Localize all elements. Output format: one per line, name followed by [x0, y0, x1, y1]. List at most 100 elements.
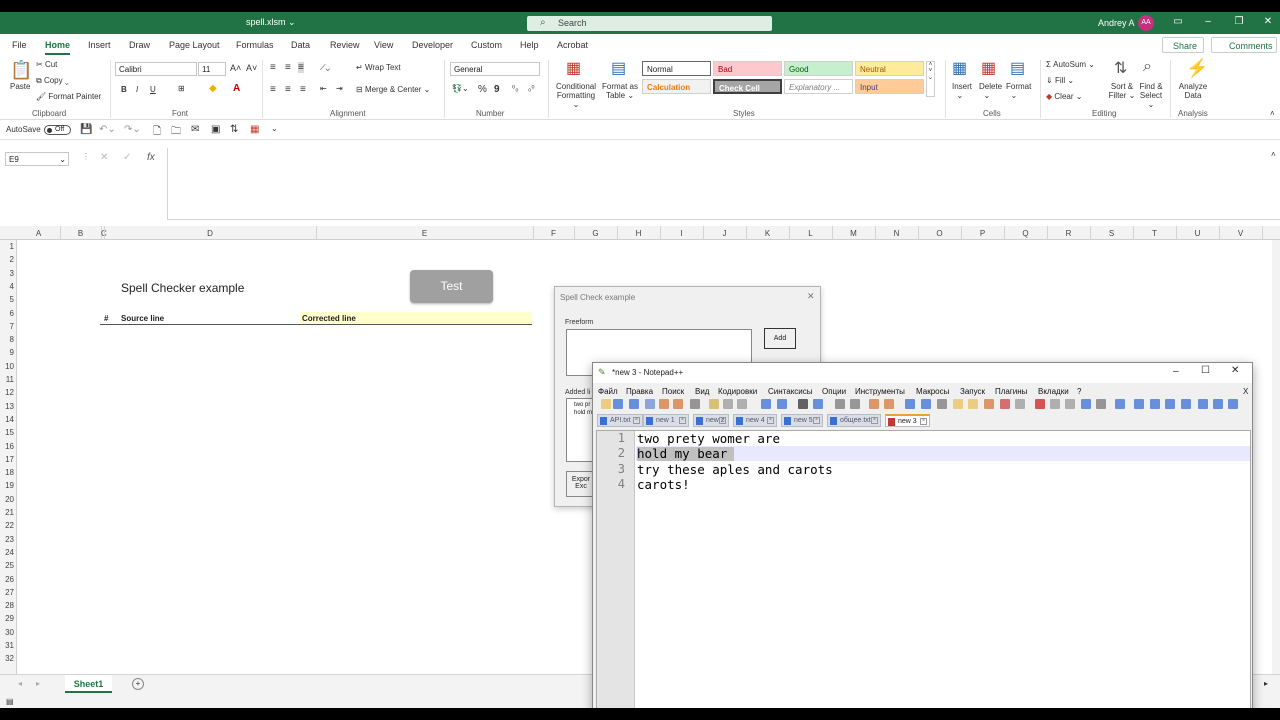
style-bad[interactable]: Bad	[713, 61, 782, 76]
email-icon[interactable]: ✉	[191, 124, 199, 135]
format-as-table-icon[interactable]: ▤	[611, 58, 626, 78]
percent-button[interactable]: %	[478, 84, 487, 95]
delete-cells-icon[interactable]: ▦	[981, 58, 996, 78]
increase-decimal-icon[interactable]: ⁰₀	[512, 84, 519, 93]
font-size-select[interactable]: 11	[198, 62, 226, 76]
align-middle-icon[interactable]: ≡	[285, 62, 291, 73]
tab-view[interactable]: View	[374, 40, 393, 50]
undo-icon[interactable]: ↶⌄	[99, 124, 116, 135]
tab-draw[interactable]: Draw	[129, 40, 150, 50]
scroll-right-icon[interactable]: ▸	[1264, 679, 1268, 688]
style-good[interactable]: Good	[784, 61, 853, 76]
npp-tab[interactable]: new 1 ×	[643, 414, 689, 427]
comma-button[interactable]: 9	[494, 84, 500, 95]
font-color-icon[interactable]: A	[233, 83, 240, 94]
print-preview-icon[interactable]: ▣	[211, 124, 220, 135]
insert-cells-icon[interactable]: ▦	[952, 58, 967, 78]
analyze-data-button[interactable]: Analyze Data	[1178, 82, 1208, 100]
tab-acrobat[interactable]: Acrobat	[557, 40, 588, 50]
list-item[interactable]: two pr	[574, 402, 590, 408]
tab-close-icon[interactable]: ×	[920, 418, 927, 425]
expand-formula-icon[interactable]: ˄	[1271, 150, 1276, 159]
format-cells-icon[interactable]: ▤	[1010, 58, 1025, 78]
italic-button[interactable]: I	[136, 85, 138, 94]
next-sheet-icon[interactable]: ▸	[36, 679, 40, 688]
npp-tab[interactable]: new 4 ×	[733, 414, 777, 427]
tab-file[interactable]: File	[12, 40, 27, 50]
collapse-ribbon-icon[interactable]: ˄	[1270, 109, 1275, 118]
tab-help[interactable]: Help	[520, 40, 539, 50]
style-normal[interactable]: Normal	[642, 61, 711, 76]
tab-formulas[interactable]: Formulas	[236, 40, 274, 50]
search-box[interactable]: ⌕ Search	[527, 16, 772, 31]
tab-review[interactable]: Review	[330, 40, 360, 50]
style-calculation[interactable]: Calculation	[642, 79, 711, 94]
list-item[interactable]: hold m	[574, 410, 592, 416]
styles-scroll-icon[interactable]: ˄ ˅ ⌄	[926, 61, 935, 97]
add-sheet-icon[interactable]: +	[132, 678, 144, 690]
analyze-data-icon[interactable]: ⚡	[1186, 58, 1208, 79]
style-input[interactable]: Input	[855, 79, 924, 94]
tab-custom[interactable]: Custom	[471, 40, 502, 50]
redo-icon[interactable]: ↷⌄	[124, 124, 141, 135]
tab-close-icon[interactable]: ×	[871, 417, 878, 424]
find-select-button[interactable]: Find & Select ⌄	[1136, 82, 1166, 109]
format-cells-button[interactable]: Format ⌄	[1006, 82, 1031, 100]
decrease-decimal-icon[interactable]: ₀⁰	[528, 84, 535, 93]
function-icon[interactable]: fx	[147, 152, 155, 163]
paste-icon[interactable]: 📋	[10, 60, 32, 81]
borders-icon[interactable]: ⊞	[178, 84, 185, 93]
sort-filter-button[interactable]: Sort & Filter ⌄	[1108, 82, 1136, 100]
vertical-scrollbar[interactable]	[1272, 240, 1280, 674]
npp-editor[interactable]: 1234 two prety womer are hold my bear try …	[596, 430, 1251, 708]
conditional-formatting-button[interactable]: Conditional Formatting ⌄	[554, 82, 598, 109]
orientation-icon[interactable]: ⟋⌄	[320, 63, 330, 73]
insert-cells-button[interactable]: Insert ⌄	[952, 82, 972, 100]
dialog-close-icon[interactable]: ✕	[807, 291, 815, 302]
merge-center-button[interactable]: ⊟ Merge & Center ⌄	[356, 85, 430, 94]
code-line[interactable]: hold my bear	[637, 446, 727, 461]
close-icon[interactable]: ✕	[1260, 16, 1276, 27]
minimize-icon[interactable]: –	[1200, 16, 1216, 27]
test-button[interactable]: Test	[410, 270, 493, 303]
code-line[interactable]: try these aples and carots	[637, 462, 833, 477]
tab-data[interactable]: Data	[291, 40, 310, 50]
tab-close-icon[interactable]: ×	[633, 417, 640, 424]
find-select-icon[interactable]: ⌕	[1143, 58, 1152, 76]
tab-close-icon[interactable]: ×	[813, 417, 820, 424]
style-explanatory[interactable]: Explanatory ...	[784, 79, 853, 94]
sort-icon[interactable]: ⇅	[230, 124, 238, 135]
align-right-icon[interactable]: ≡	[300, 84, 306, 95]
enter-icon[interactable]: ✓	[123, 152, 131, 163]
customize-qat-icon[interactable]: ⌄	[271, 124, 278, 133]
name-box[interactable]: E9 ⌄	[5, 152, 69, 166]
delete-cells-button[interactable]: Delete ⌄	[979, 82, 1002, 100]
font-name-select[interactable]: Calibri	[115, 62, 197, 76]
increase-indent-icon[interactable]: ⇥	[336, 84, 343, 93]
style-check-cell[interactable]: Check Cell	[713, 79, 782, 94]
tab-developer[interactable]: Developer	[412, 40, 453, 50]
align-bottom-icon[interactable]: ≡	[298, 62, 304, 73]
restore-icon[interactable]: ❐	[1231, 16, 1247, 27]
ribbon-display-icon[interactable]: ▭	[1170, 16, 1186, 27]
tab-page-layout[interactable]: Page Layout	[169, 40, 220, 50]
macro-record-icon[interactable]: ▤	[6, 697, 14, 706]
align-center-icon[interactable]: ≡	[285, 84, 291, 95]
cancel-icon[interactable]: ✕	[100, 152, 108, 163]
number-format-select[interactable]: General	[450, 62, 540, 76]
format-painter-button[interactable]: 🖌 Format Painter	[36, 92, 101, 101]
npp-tab[interactable]: API.txt ×	[597, 414, 643, 427]
underline-button[interactable]: U	[150, 85, 156, 94]
code-line[interactable]: carots!	[637, 477, 690, 492]
add-button[interactable]: Add	[764, 328, 796, 349]
prev-sheet-icon[interactable]: ◂	[18, 679, 22, 688]
save-icon[interactable]: 💾	[80, 124, 92, 135]
npp-tab[interactable]: new 3 ×	[885, 414, 930, 427]
clear-button[interactable]: ◆ Clear ⌄	[1046, 92, 1082, 101]
paste-label[interactable]: Paste	[10, 82, 30, 91]
npp-tab[interactable]: new 5 ×	[781, 414, 823, 427]
sheet-tab-sheet1[interactable]: Sheet1	[65, 675, 112, 693]
cut-button[interactable]: ✂ Cut	[36, 60, 57, 69]
style-neutral[interactable]: Neutral	[855, 61, 924, 76]
npp-tab[interactable]: общее.txt ×	[827, 414, 881, 427]
